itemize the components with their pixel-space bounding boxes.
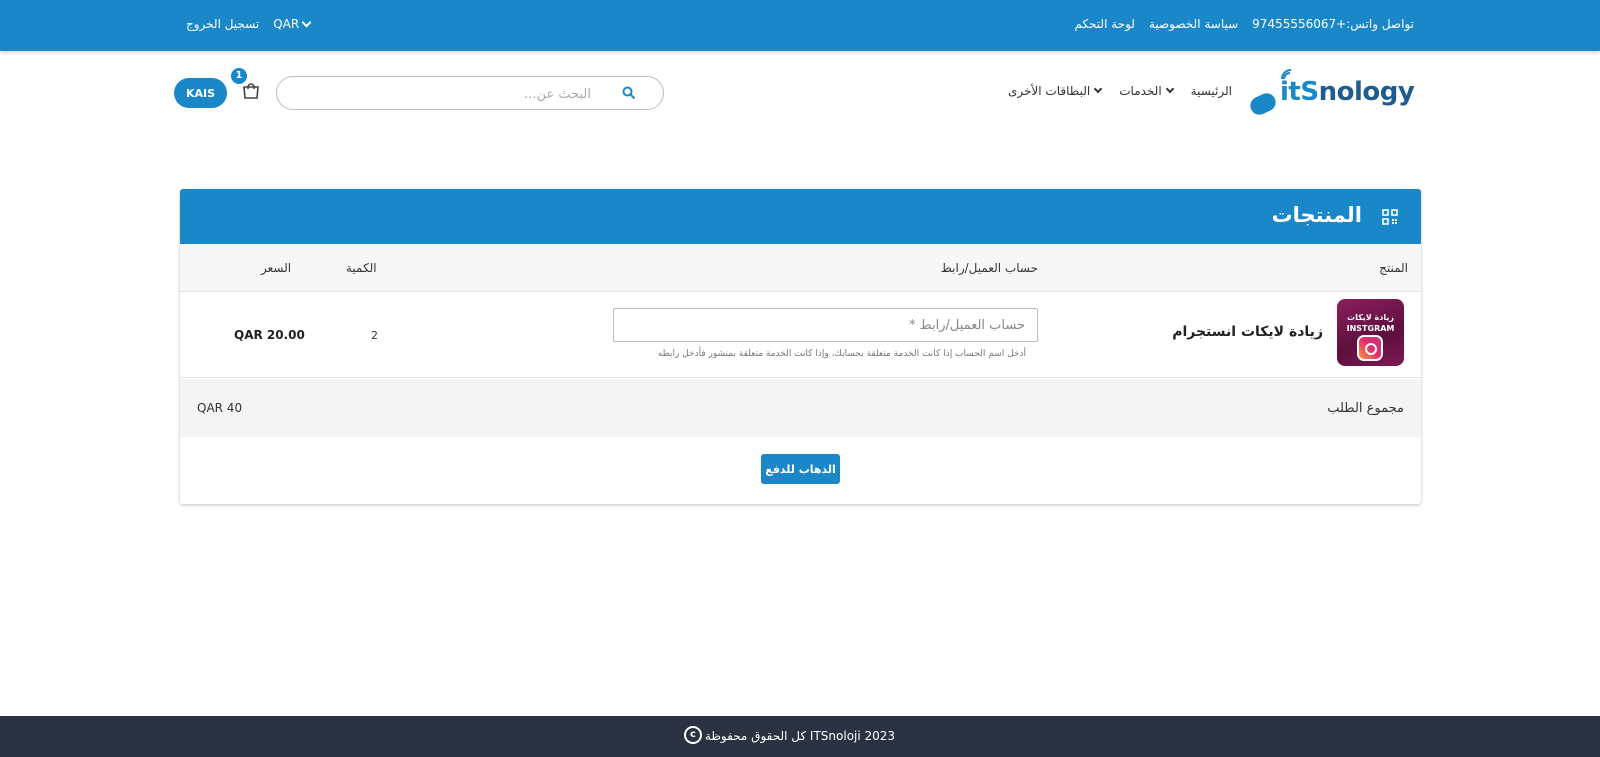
dashboard-link[interactable]: لوحة التحكم — [1074, 17, 1135, 31]
copyright-icon: c — [684, 726, 702, 744]
main-nav: الرئيسية الخدمات البطاقات الأخرى — [1008, 84, 1232, 98]
user-account-button[interactable]: KAIS — [174, 78, 227, 108]
nav-other-cards-label: البطاقات الأخرى — [1008, 84, 1091, 98]
order-total-row: مجموع الطلب QAR 40 — [180, 379, 1421, 437]
product-image-title: زيادة لايكات — [1347, 313, 1394, 322]
cart-count-badge: 1 — [231, 68, 247, 84]
top-links-right: تواصل واتس:+97455556067 سياسة الخصوصية ل… — [1074, 17, 1414, 31]
cart-icon[interactable] — [242, 82, 260, 100]
table-header: المنتج حساب العميل/رابط الكمية السعر — [180, 244, 1421, 292]
product-name: زيادة لايكات انستجرام — [1172, 324, 1323, 340]
qr-code-icon — [1382, 209, 1398, 225]
logo-rest: nology — [1318, 77, 1415, 107]
nav-item-services[interactable]: الخدمات — [1119, 84, 1174, 98]
checkout-button[interactable]: الذهاب للدفع — [761, 454, 840, 484]
column-header-price: السعر — [261, 261, 292, 275]
product-image: زيادة لايكات INSTGRAM — [1337, 299, 1404, 366]
account-input-hint: أدخل اسم الحساب إذا كانت الخدمة متعلقة ب… — [657, 349, 1026, 359]
search-box — [276, 76, 664, 110]
plug-icon — [1247, 90, 1279, 118]
logo-its: itS — [1280, 77, 1319, 107]
instagram-icon — [1357, 335, 1383, 361]
nav-item-home[interactable]: الرئيسية — [1191, 84, 1232, 98]
customer-account-input[interactable] — [613, 308, 1038, 342]
order-total-value: QAR 40 — [197, 401, 243, 415]
nav-services-label: الخدمات — [1119, 84, 1162, 98]
chevron-down-icon — [301, 17, 312, 27]
top-links-left: QAR تسجيل الخروج — [186, 17, 312, 31]
footer-copyright-text: كل الحقوق محفوظة ITSnoloji 2023 — [704, 729, 896, 743]
currency-selector[interactable]: QAR — [273, 17, 312, 31]
table-row: زيادة لايكات INSTGRAM زيادة لايكات انستج… — [180, 292, 1421, 378]
footer: كل الحقوق محفوظة ITSnoloji 2023 c — [0, 716, 1600, 757]
nav-home-label: الرئيسية — [1190, 84, 1232, 98]
main-header: itSnology الرئيسية الخدمات البطاقات الأخ… — [0, 51, 1600, 137]
column-header-account: حساب العميل/رابط — [940, 261, 1038, 275]
chevron-down-icon — [1093, 84, 1103, 94]
top-bar: تواصل واتس:+97455556067 سياسة الخصوصية ل… — [0, 0, 1600, 51]
search-icon[interactable] — [622, 86, 636, 100]
search-input[interactable] — [301, 83, 591, 105]
logo-wordmark: itSnology — [1280, 77, 1415, 107]
order-total-label: مجموع الطلب — [1327, 401, 1404, 416]
product-image-subtitle: INSTGRAM — [1346, 324, 1395, 333]
column-header-product: المنتج — [1379, 261, 1408, 275]
product-quantity: 2 — [371, 329, 378, 342]
site-logo[interactable]: itSnology — [1247, 67, 1415, 118]
products-panel: المنتجات المنتج حساب العميل/رابط الكمية … — [180, 189, 1421, 504]
panel-title: المنتجات — [1271, 203, 1362, 227]
whatsapp-link[interactable]: تواصل واتس:+97455556067 — [1252, 17, 1414, 31]
product-price: QAR 20.00 — [234, 328, 305, 342]
currency-label: QAR — [273, 17, 300, 31]
chevron-down-icon — [1165, 84, 1174, 94]
column-header-quantity: الكمية — [346, 261, 377, 275]
logout-link[interactable]: تسجيل الخروج — [186, 17, 259, 31]
privacy-policy-link[interactable]: سياسة الخصوصية — [1149, 17, 1238, 31]
panel-header: المنتجات — [180, 189, 1421, 244]
nav-item-other-cards[interactable]: البطاقات الأخرى — [1008, 84, 1103, 98]
